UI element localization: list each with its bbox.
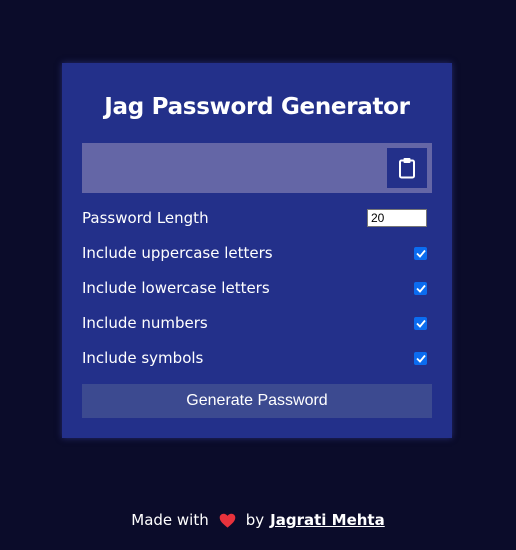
copy-to-clipboard-button[interactable]	[387, 148, 427, 188]
page-title: Jag Password Generator	[104, 94, 410, 120]
numbers-setting: Include numbers	[82, 311, 432, 335]
checkmark-icon	[415, 319, 426, 328]
lowercase-checkbox[interactable]	[414, 281, 427, 295]
lowercase-label: Include lowercase letters	[82, 279, 270, 297]
footer-by: by	[245, 511, 265, 529]
uppercase-checkbox[interactable]	[414, 246, 427, 260]
numbers-checkbox[interactable]	[414, 316, 427, 330]
uppercase-setting: Include uppercase letters	[82, 241, 432, 265]
checkmark-icon	[415, 284, 426, 293]
symbols-checkbox[interactable]	[414, 351, 427, 365]
password-result-field	[82, 143, 432, 193]
footer-made-with: Made with	[131, 511, 209, 529]
length-setting: Password Length	[82, 206, 432, 230]
lowercase-setting: Include lowercase letters	[82, 276, 432, 300]
password-generator-card: Jag Password Generator Password Length I…	[62, 63, 452, 438]
checkmark-icon	[415, 354, 426, 363]
length-label: Password Length	[82, 209, 209, 227]
length-input[interactable]	[367, 209, 427, 227]
symbols-setting: Include symbols	[82, 346, 432, 370]
uppercase-label: Include uppercase letters	[82, 244, 273, 262]
clipboard-icon	[399, 158, 415, 179]
generate-password-button[interactable]: Generate Password	[82, 384, 432, 418]
numbers-label: Include numbers	[82, 314, 208, 332]
symbols-label: Include symbols	[82, 349, 204, 367]
footer: Made with by Jagrati Mehta	[0, 511, 516, 529]
checkmark-icon	[415, 249, 426, 258]
heart-icon	[219, 513, 236, 528]
author-link[interactable]: Jagrati Mehta	[270, 511, 385, 529]
